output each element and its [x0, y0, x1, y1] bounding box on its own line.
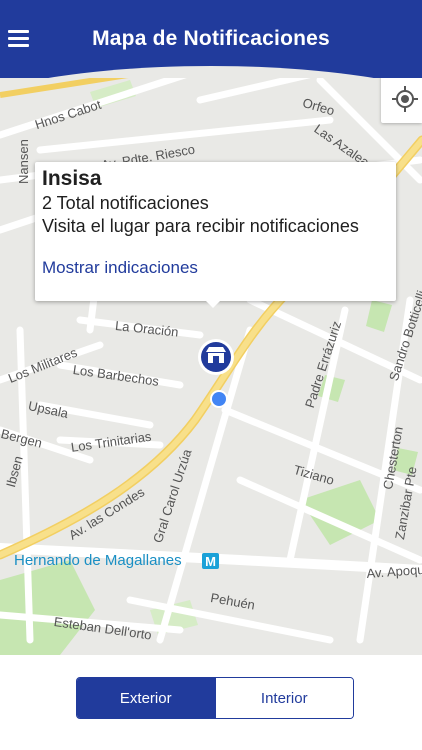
metro-icon: M	[202, 553, 219, 569]
location-segmented-control[interactable]: Exterior Interior	[76, 677, 354, 719]
notification-count: 2 Total notificaciones	[42, 193, 209, 213]
my-location-crosshair-icon	[392, 86, 418, 112]
metro-station-label: Hernando de Magallanes	[14, 552, 182, 569]
store-marker[interactable]	[198, 339, 234, 375]
popup-pointer	[203, 298, 223, 308]
store-name: Insisa	[42, 167, 102, 190]
svg-text:M: M	[205, 554, 216, 569]
visit-hint: Visita el lugar para recibir notificacio…	[42, 216, 359, 236]
exterior-tab[interactable]: Exterior	[77, 678, 215, 718]
page-title: Mapa de Notificaciones	[92, 27, 330, 50]
street-label: Nansen	[16, 139, 31, 184]
user-location-dot	[210, 390, 228, 408]
app-header: Mapa de Notificaciones	[0, 0, 422, 78]
show-directions-link[interactable]: Mostrar indicaciones	[42, 258, 198, 278]
interior-tab[interactable]: Interior	[214, 678, 353, 718]
store-awning-icon	[206, 347, 226, 352]
header-curve	[0, 66, 422, 78]
store-info-popup[interactable]: Insisa 2 Total notificaciones Visita el …	[35, 162, 396, 308]
map-view[interactable]: M Hnos Cabot Orfeo Las Azaleas Nansen Av…	[0, 0, 422, 655]
my-location-button[interactable]	[381, 75, 422, 123]
